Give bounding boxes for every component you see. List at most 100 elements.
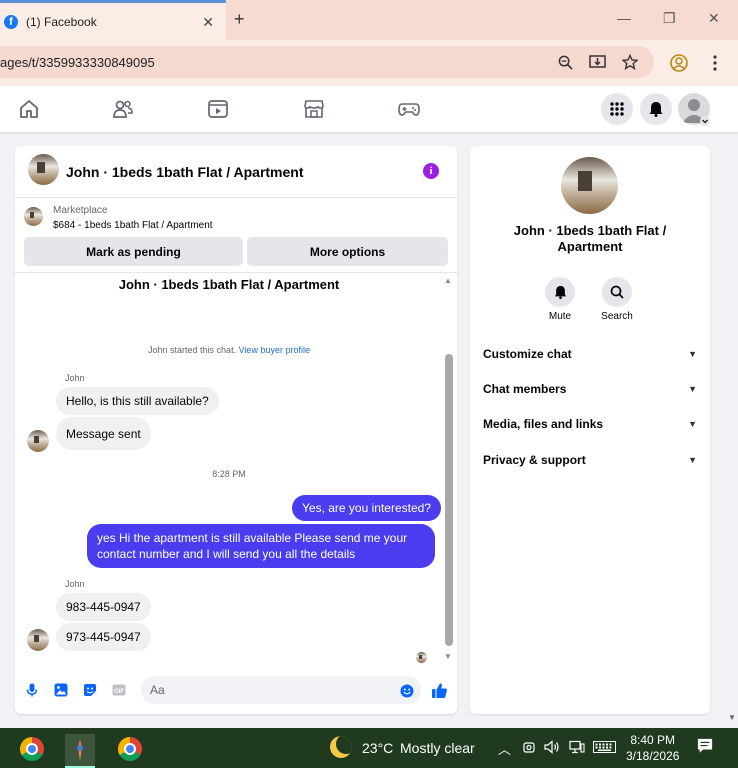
privacy-support-section[interactable]: Privacy & support ▼ [483, 450, 697, 470]
network-icon[interactable] [569, 740, 585, 754]
taskbar-chrome-app[interactable] [17, 734, 47, 764]
menu-grid-button[interactable] [601, 93, 633, 125]
window-restore-button[interactable]: ❐ [663, 10, 676, 27]
message-thread: John · 1beds 1bath Flat / Apartment John… [15, 274, 457, 666]
photo-icon[interactable] [54, 683, 68, 697]
taskbar-clock[interactable]: 8:40 PM 3/18/2026 [626, 732, 679, 764]
home-icon[interactable] [18, 99, 40, 119]
section-label: Chat members [483, 382, 567, 396]
account-chevron-down-icon[interactable] [700, 116, 710, 126]
install-app-icon[interactable] [589, 54, 606, 70]
profile-icon[interactable] [670, 54, 688, 72]
address-bar-row: ages/t/3359933330849095 [0, 40, 738, 86]
taskbar-active-app[interactable] [65, 734, 95, 768]
scrollbar-thumb[interactable] [445, 354, 453, 646]
chat-info-panel: John · 1beds 1bath Flat / Apartment Mute… [470, 146, 710, 714]
incoming-message[interactable]: Message sent [56, 417, 151, 450]
chrome-icon [20, 737, 44, 761]
windows-taskbar: 23°C Mostly clear ︿ 8:40 PM 3/18/2026 [0, 728, 738, 768]
chat-started-notice: John started this chat. View buyer profi… [15, 345, 443, 355]
tray-expand-icon[interactable]: ︿ [498, 739, 511, 758]
watch-video-icon[interactable] [207, 99, 229, 119]
sender-avatar[interactable] [27, 629, 49, 651]
listing-thumbnail[interactable] [28, 154, 59, 185]
url-text: ages/t/3359933330849095 [0, 54, 155, 70]
chat-started-text: John started this chat. [148, 345, 237, 355]
facebook-favicon-icon: f [4, 14, 18, 29]
customize-chat-section[interactable]: Customize chat ▼ [483, 344, 697, 364]
chat-header: John · 1beds 1bath Flat / Apartment i [15, 146, 457, 198]
address-bar[interactable]: ages/t/3359933330849095 [0, 46, 654, 78]
sticker-icon[interactable] [83, 683, 97, 697]
notifications-button[interactable] [640, 93, 672, 125]
bell-icon [649, 102, 663, 117]
thread-topic: John · 1beds 1bath Flat / Apartment [118, 277, 340, 292]
emoji-icon[interactable] [400, 684, 414, 698]
view-buyer-profile-link[interactable]: View buyer profile [239, 345, 310, 355]
listing-summary[interactable]: $684 - 1beds 1bath Flat / Apartment [53, 220, 213, 231]
chevron-down-icon: ▼ [688, 384, 697, 394]
chevron-down-icon: ▼ [688, 349, 697, 359]
listing-profile-photo[interactable] [561, 157, 618, 214]
chat-info-icon[interactable]: i [423, 163, 439, 179]
chevron-down-icon: ▼ [688, 419, 697, 429]
outgoing-message[interactable]: yes Hi the apartment is still available … [87, 524, 435, 568]
gif-icon[interactable]: GIF [112, 683, 126, 697]
message-input[interactable] [141, 676, 421, 704]
incoming-message[interactable]: 983-445-0947 [56, 593, 151, 621]
zoom-icon[interactable] [558, 55, 573, 70]
bookmark-star-icon[interactable] [622, 54, 638, 70]
facebook-top-nav [0, 86, 738, 132]
window-close-button[interactable]: ✕ [708, 10, 720, 27]
meet-now-icon[interactable] [522, 740, 536, 754]
more-options-button[interactable]: More options [247, 237, 448, 266]
clock-time: 8:40 PM [630, 733, 676, 747]
message-sender-name: John [65, 579, 85, 589]
mute-button[interactable] [545, 277, 575, 307]
new-tab-button[interactable]: + [234, 9, 245, 30]
grid-menu-icon [610, 102, 624, 116]
scroll-up-icon[interactable]: ▲ [444, 276, 452, 285]
tab-close-icon[interactable]: ✕ [202, 14, 214, 31]
marketplace-label: Marketplace [53, 205, 108, 216]
incoming-message[interactable]: Hello, is this still available? [56, 387, 219, 415]
tab-title: (1) Facebook [26, 14, 97, 29]
mute-label: Mute [548, 311, 572, 322]
browser-menu-icon[interactable] [712, 55, 718, 71]
message-timestamp: 8:28 PM [212, 469, 246, 479]
chat-members-section[interactable]: Chat members ▼ [483, 379, 697, 399]
weather-temperature[interactable]: 23°C [362, 740, 393, 756]
weather-moon-icon[interactable] [330, 736, 352, 758]
scroll-down-icon[interactable]: ▼ [444, 652, 452, 661]
browser-tab-strip: f (1) Facebook ✕ + — ❐ ✕ [0, 0, 738, 40]
sender-avatar[interactable] [27, 430, 49, 452]
chevron-down-icon: ▼ [688, 455, 697, 465]
marketplace-icon[interactable] [303, 99, 325, 119]
microphone-icon[interactable] [25, 683, 39, 697]
outgoing-message[interactable]: Yes, are you interested? [292, 495, 441, 521]
incoming-message[interactable]: 973-445-0947 [56, 623, 151, 651]
page-scroll-down-icon[interactable]: ▼ [728, 713, 736, 722]
speaker-icon[interactable] [544, 740, 560, 754]
notification-center-icon[interactable] [696, 738, 714, 754]
taskbar-chrome-app[interactable] [115, 734, 145, 764]
keyboard-icon[interactable] [593, 741, 616, 753]
weather-condition[interactable]: Mostly clear [400, 740, 475, 756]
mark-as-pending-button[interactable]: Mark as pending [24, 237, 243, 266]
listing-name: John · 1beds 1bath Flat / Apartment [513, 223, 667, 254]
outgoing-message-line: contact number and I will send you all t… [97, 547, 356, 561]
search-label: Search [601, 311, 633, 322]
browser-tab-facebook[interactable]: f (1) Facebook ✕ [0, 0, 226, 40]
message-composer: GIF [15, 674, 457, 708]
svg-text:GIF: GIF [114, 689, 124, 695]
friends-icon[interactable] [112, 99, 134, 119]
search-button[interactable] [602, 277, 632, 307]
window-minimize-button[interactable]: — [617, 10, 631, 26]
gaming-icon[interactable] [398, 99, 420, 119]
seen-receipt-avatar [416, 652, 427, 663]
thumbs-up-icon[interactable] [431, 682, 448, 699]
chat-title[interactable]: John · 1beds 1bath Flat / Apartment [66, 164, 304, 180]
listing-mini-thumbnail[interactable] [24, 207, 43, 226]
media-files-links-section[interactable]: Media, files and links ▼ [483, 414, 697, 434]
thread-scrollbar[interactable]: ▲ ▼ [443, 274, 455, 666]
